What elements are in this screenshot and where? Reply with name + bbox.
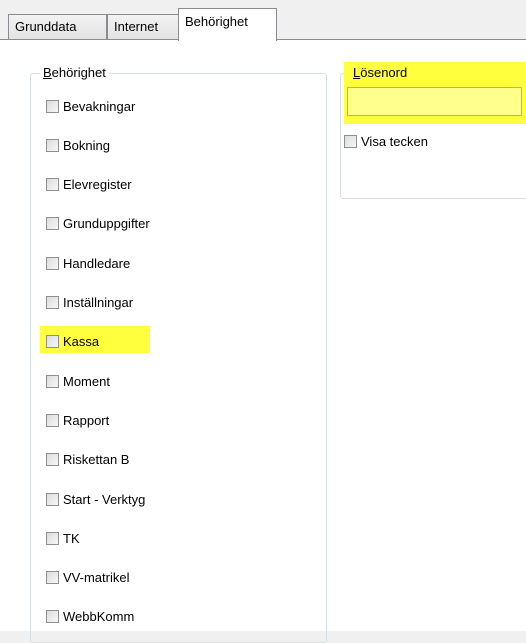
permission-checkbox-elevregister[interactable]: Elevregister xyxy=(46,175,132,195)
permission-checkbox-rapport[interactable]: Rapport xyxy=(46,410,109,430)
checkbox-box[interactable] xyxy=(46,138,59,152)
checkbox-box[interactable] xyxy=(46,571,59,585)
checkbox-box[interactable] xyxy=(46,610,59,624)
checkbox-box[interactable] xyxy=(46,178,59,192)
show-chars-checkbox[interactable]: Visa tecken xyxy=(344,131,428,151)
password-group: Lösenord Visa tecken xyxy=(340,62,526,199)
checkbox-label: Visa tecken xyxy=(361,133,428,149)
checkbox-label: Handledare xyxy=(63,255,131,271)
checkbox-box[interactable] xyxy=(46,413,59,427)
permission-checkbox-inställningar[interactable]: Inställningar xyxy=(46,293,133,313)
mnemonic-letter: B xyxy=(43,65,52,80)
tab-label: Grunddata xyxy=(15,19,77,34)
permissions-group-title: Behörighet xyxy=(40,65,109,81)
permissions-group: Behörighet xyxy=(30,65,327,643)
permission-checkbox-tk[interactable]: TK xyxy=(46,528,80,548)
checkbox-label: VV-matrikel xyxy=(63,570,130,586)
checkbox-label: Inställningar xyxy=(63,295,134,310)
checkbox-label: Bevakningar xyxy=(63,98,136,114)
checkbox-label: Kassa xyxy=(63,334,100,350)
tab-behorighet[interactable]: Behörighet xyxy=(178,8,277,41)
tab-internet[interactable]: Internet xyxy=(107,14,179,39)
checkbox-label: Riskettan B xyxy=(63,452,130,468)
checkbox-label: Grunduppgifter xyxy=(63,216,150,232)
permission-checkbox-webbkomm[interactable]: WebbKomm xyxy=(46,607,134,627)
permission-checkbox-handledare[interactable]: Handledare xyxy=(46,253,130,273)
password-input[interactable] xyxy=(347,87,522,116)
permission-checkbox-start-verktyg[interactable]: Start - Verktyg xyxy=(46,489,145,509)
checkbox-label: Bokning xyxy=(63,137,110,153)
checkbox-label: TK xyxy=(63,530,80,546)
checkbox-box[interactable] xyxy=(46,453,59,467)
checkbox-box[interactable] xyxy=(46,335,59,349)
checkbox-label: WebbKomm xyxy=(63,609,135,625)
group-title-text: ösenord xyxy=(360,65,408,80)
permission-checkbox-vv-matrikel[interactable]: VV-matrikel xyxy=(46,568,129,588)
permission-checkbox-bokning[interactable]: Bokning xyxy=(46,135,110,155)
checkbox-box[interactable] xyxy=(344,134,357,148)
checkbox-box[interactable] xyxy=(46,217,59,231)
checkbox-label: Start - Verktyg xyxy=(63,491,146,507)
permission-checkbox-bevakningar[interactable]: Bevakningar xyxy=(46,96,135,116)
permission-checkbox-grunduppgifter[interactable]: Grunduppgifter xyxy=(46,214,150,234)
checkbox-label: Moment xyxy=(63,373,110,389)
checkbox-label: Elevregister xyxy=(63,177,132,193)
checkbox-box[interactable] xyxy=(46,531,59,545)
tab-page-behorighet: Behörighet Bevakningar Bokning Elevregiste… xyxy=(0,40,526,643)
tab-label: Behörighet xyxy=(185,14,248,29)
permission-checkbox-kassa[interactable]: Kassa xyxy=(46,332,99,352)
tab-label: Internet xyxy=(114,19,159,34)
permission-checkbox-moment[interactable]: Moment xyxy=(46,371,110,391)
checkbox-label: Rapport xyxy=(63,412,110,428)
checkbox-box[interactable] xyxy=(46,296,59,309)
group-title-text: ehörighet xyxy=(51,65,106,80)
checkbox-box[interactable] xyxy=(46,374,59,388)
checkbox-box[interactable] xyxy=(46,492,59,506)
permission-checkbox-riskettan-b[interactable]: Riskettan B xyxy=(46,450,129,470)
tab-grunddata[interactable]: Grunddata xyxy=(8,14,107,39)
password-group-title: Lösenord xyxy=(350,65,411,81)
checkbox-box[interactable] xyxy=(46,256,59,270)
checkbox-box[interactable] xyxy=(46,99,59,113)
